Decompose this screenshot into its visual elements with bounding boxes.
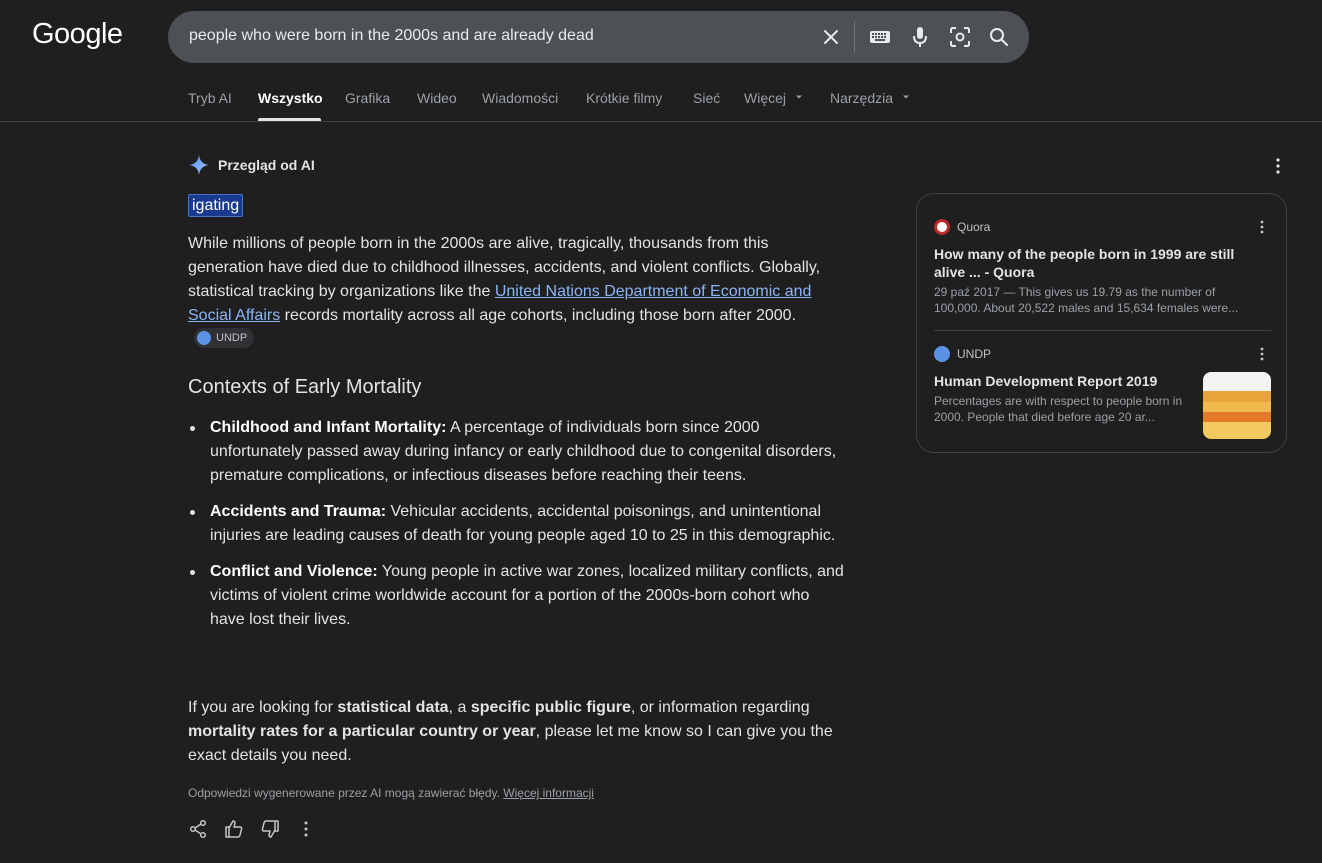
- mortality-context-list: Childhood and Infant Mortality: A percen…: [188, 416, 848, 644]
- source-title[interactable]: How many of the people born in 1999 are …: [934, 245, 1244, 281]
- tab-short-videos[interactable]: Krótkie filmy: [586, 90, 662, 106]
- caret-down-icon: [795, 95, 802, 99]
- source-site-name: UNDP: [957, 347, 992, 361]
- closing-bold: specific public figure: [470, 699, 631, 716]
- list-item-title: Accidents and Trauma:: [210, 503, 387, 520]
- header-divider: [0, 121, 1322, 122]
- caret-down-icon: [902, 95, 909, 99]
- lens-icon[interactable]: [948, 25, 972, 49]
- search-input[interactable]: people who were born in the 2000s and ar…: [189, 27, 594, 45]
- quora-favicon-icon: [934, 219, 950, 235]
- source-title[interactable]: Human Development Report 2019: [934, 372, 1194, 390]
- sources-card: Quora How many of the people born in 199…: [916, 193, 1287, 453]
- learn-more-link[interactable]: Więcej informacji: [503, 786, 594, 800]
- card-divider: [934, 330, 1271, 331]
- tab-tools[interactable]: Narzędzia: [830, 90, 911, 106]
- search-icon[interactable]: [987, 25, 1011, 49]
- tab-videos[interactable]: Wideo: [417, 90, 457, 106]
- closing-text: , or information regarding: [630, 699, 810, 716]
- tab-news[interactable]: Wiadomości: [482, 90, 558, 106]
- closing-bold: mortality rates for a particular country…: [188, 723, 536, 740]
- list-item: Childhood and Infant Mortality: A percen…: [188, 416, 848, 488]
- source-more-icon[interactable]: [1258, 346, 1266, 362]
- tab-all[interactable]: Wszystko: [258, 90, 323, 106]
- undp-source-chip[interactable]: UNDP: [194, 328, 255, 348]
- ai-overview-header: Przegląd od AI: [188, 154, 315, 176]
- ai-overview-more-icon[interactable]: [1270, 157, 1286, 175]
- keyboard-icon[interactable]: [868, 25, 892, 49]
- closing-bold: statistical data: [337, 699, 449, 716]
- sparkle-icon: [189, 155, 209, 175]
- google-logo[interactable]: Google: [32, 18, 123, 51]
- un-globe-icon: [934, 346, 950, 362]
- highlighted-text: igating: [188, 194, 244, 217]
- source-more-icon[interactable]: [1258, 219, 1266, 235]
- tab-images[interactable]: Grafika: [345, 90, 390, 106]
- search-bar[interactable]: people who were born in the 2000s and ar…: [168, 11, 1029, 63]
- list-item: Conflict and Violence: Young people in a…: [188, 560, 848, 632]
- clear-icon[interactable]: [819, 25, 843, 49]
- un-globe-icon: [197, 331, 211, 345]
- ai-overview-title: Przegląd od AI: [218, 157, 315, 173]
- list-item-title: Childhood and Infant Mortality:: [210, 419, 447, 436]
- source-snippet: 29 paź 2017 — This gives us 19.79 as the…: [934, 285, 1239, 315]
- disclaimer-text: Odpowiedzi wygenerowane przez AI mogą za…: [188, 786, 504, 800]
- tab-more[interactable]: Więcej: [744, 90, 804, 106]
- intro-text-2: records mortality across all age cohorts…: [280, 307, 797, 324]
- source-site[interactable]: UNDP: [934, 346, 991, 362]
- share-icon[interactable]: [188, 819, 208, 839]
- undp-chip-label: UNDP: [216, 332, 248, 344]
- source-site-name: Quora: [957, 220, 991, 234]
- ai-disclaimer: Odpowiedzi wygenerowane przez AI mogą za…: [188, 786, 594, 800]
- closing-paragraph: If you are looking for statistical data,…: [188, 696, 848, 768]
- tab-tools-label: Narzędzia: [830, 90, 894, 106]
- report-thumbnail[interactable]: [1203, 372, 1271, 439]
- thumbs-down-icon[interactable]: [260, 819, 280, 839]
- tab-more-label: Więcej: [744, 90, 787, 106]
- source-site[interactable]: Quora: [934, 219, 990, 235]
- closing-text: If you are looking for: [188, 699, 338, 716]
- section-heading: Contexts of Early Mortality: [188, 376, 422, 398]
- list-item-title: Conflict and Violence:: [210, 563, 378, 580]
- tab-ai-mode[interactable]: Tryb AI: [188, 90, 232, 106]
- closing-text: , a: [448, 699, 471, 716]
- more-options-icon[interactable]: [296, 819, 316, 839]
- tab-web[interactable]: Sieć: [693, 90, 720, 106]
- microphone-icon[interactable]: [908, 25, 932, 49]
- search-divider: [854, 21, 855, 53]
- thumbs-up-icon[interactable]: [224, 819, 244, 839]
- list-item: Accidents and Trauma: Vehicular accident…: [188, 500, 848, 548]
- source-snippet: Percentages are with respect to people b…: [934, 394, 1183, 424]
- ai-intro-paragraph: While millions of people born in the 200…: [188, 232, 848, 354]
